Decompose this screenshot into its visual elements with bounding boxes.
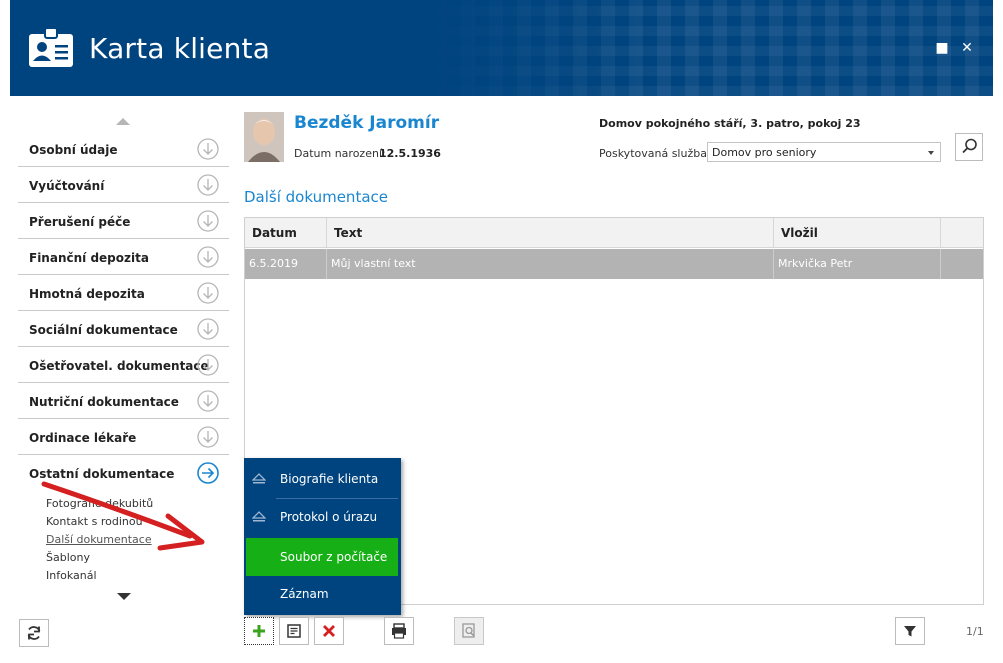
edit-document-icon — [287, 624, 301, 638]
arrow-down-circle-icon — [197, 318, 219, 340]
sidebar-item-label: Vyúčtování — [29, 179, 105, 193]
sidebar-item-hmotna-depozita[interactable]: Hmotná depozita — [18, 275, 229, 311]
sidebar-item-ordinace-lekare[interactable]: Ordinace lékaře — [18, 419, 229, 455]
arrow-down-circle-icon — [197, 174, 219, 196]
search-button[interactable] — [955, 133, 983, 161]
window-header: Karta klienta ■ ✕ — [10, 0, 993, 96]
refresh-icon — [27, 626, 41, 640]
sidebar-item-vyuctovani[interactable]: Vyúčtování — [18, 167, 229, 203]
sidebar-subitem-dalsi-dokumentace[interactable]: Další dokumentace — [46, 533, 152, 546]
column-header-datum[interactable]: Datum — [245, 218, 327, 248]
menu-item-label: Biografie klienta — [280, 472, 379, 486]
menu-item-label: Záznam — [280, 587, 329, 601]
arrow-down-circle-icon — [197, 282, 219, 304]
arrow-down-circle-icon — [197, 138, 219, 160]
delete-x-icon — [323, 625, 335, 637]
sidebar-item-label: Ostatní dokumentace — [29, 467, 175, 481]
arrow-down-circle-icon — [197, 390, 219, 412]
sidebar-item-ostatni-dokumentace[interactable]: Ostatní dokumentace — [18, 455, 229, 491]
sidebar-scroll-up-icon[interactable] — [116, 118, 130, 125]
sidebar-item-label: Přerušení péče — [29, 215, 131, 229]
eject-icon — [252, 473, 266, 484]
add-document-popup-menu: Biografie klienta Protokol o úrazu Soubo… — [244, 458, 401, 615]
sidebar-item-label: Osobní údaje — [29, 143, 118, 157]
column-header-vlozil[interactable]: Vložil — [774, 218, 941, 248]
arrow-down-circle-icon — [197, 246, 219, 268]
page-count: 1/1 — [966, 625, 984, 638]
sidebar-subitem-sablony[interactable]: Šablony — [46, 551, 90, 564]
plus-icon — [253, 625, 265, 637]
client-name: Bezděk Jaromír — [294, 113, 440, 133]
cell-datum: 6.5.2019 — [245, 249, 327, 279]
close-button[interactable]: ✕ — [959, 40, 975, 56]
eject-icon — [252, 511, 266, 522]
column-header-text[interactable]: Text — [327, 218, 774, 248]
client-photo — [244, 112, 284, 162]
menu-item-zaznam[interactable]: Záznam — [244, 575, 401, 613]
menu-item-soubor-z-pocitace[interactable]: Soubor z počítače — [246, 538, 398, 576]
sidebar-subitem-infokanal[interactable]: Infokanál — [46, 569, 97, 582]
sidebar-item-label: Nutriční dokumentace — [29, 395, 179, 409]
sidebar-item-label: Sociální dokumentace — [29, 323, 178, 337]
sidebar-item-preruseni-pece[interactable]: Přerušení péče — [18, 203, 229, 239]
id-card-icon — [29, 28, 73, 67]
window-title: Karta klienta — [89, 32, 271, 65]
menu-item-biografie-klienta[interactable]: Biografie klienta — [244, 460, 401, 498]
menu-item-label: Soubor z počítače — [280, 550, 388, 564]
service-label: Poskytovaná služba: — [599, 147, 711, 160]
filter-icon — [904, 626, 916, 637]
sidebar-item-label: Ordinace lékaře — [29, 431, 137, 445]
table-header: Datum Text Vložil — [245, 218, 983, 248]
dob-value: 12.5.1936 — [379, 147, 441, 160]
service-select[interactable]: Domov pro seniory — [707, 142, 941, 162]
sidebar-item-label: Finanční depozita — [29, 251, 149, 265]
header-pattern — [433, 0, 993, 96]
sidebar-subitem-fotografie-dekubitu[interactable]: Fotografie dekubitů — [46, 497, 153, 510]
sidebar-item-osobni-udaje[interactable]: Osobní údaje — [18, 131, 229, 167]
arrow-right-circle-icon — [197, 462, 219, 484]
client-location: Domov pokojného stáří, 3. patro, pokoj 2… — [599, 117, 861, 130]
printer-icon — [392, 623, 406, 639]
dob-label: Datum narození: — [294, 147, 386, 160]
cell-vlozil: Mrkvička Petr — [774, 249, 941, 279]
sidebar-item-label: Hmotná depozita — [29, 287, 145, 301]
section-title: Další dokumentace — [244, 188, 388, 206]
arrow-down-circle-icon — [197, 426, 219, 448]
sidebar-item-nutricni-dokumentace[interactable]: Nutriční dokumentace — [18, 383, 229, 419]
edit-button[interactable] — [279, 617, 309, 645]
refresh-button[interactable] — [19, 619, 49, 647]
filter-button[interactable] — [895, 617, 925, 645]
delete-button[interactable] — [314, 617, 344, 645]
sidebar-item-financni-depozita[interactable]: Finanční depozita — [18, 239, 229, 275]
client-card-window: Karta klienta ■ ✕ Osobní údaje Vyúčtován… — [0, 0, 1003, 663]
sidebar-item-label: Ošetřovatel. dokumentace — [29, 359, 209, 373]
add-button[interactable] — [244, 617, 274, 645]
arrow-down-circle-icon — [197, 210, 219, 232]
sidebar-subitem-kontakt-s-rodinou[interactable]: Kontakt s rodinou — [46, 515, 143, 528]
print-button[interactable] — [384, 617, 414, 645]
preview-button[interactable] — [454, 617, 484, 645]
maximize-button[interactable]: ■ — [934, 40, 950, 56]
sidebar-scroll-down-icon[interactable] — [117, 593, 131, 600]
arrow-down-circle-icon — [197, 354, 219, 376]
cell-text: Můj vlastní text — [327, 249, 774, 279]
client-portrait-icon — [244, 112, 284, 162]
table-row[interactable]: 6.5.2019 Můj vlastní text Mrkvička Petr — [245, 249, 983, 279]
preview-magnifier-icon — [462, 623, 475, 638]
sidebar-item-osetrovatel-dokumentace[interactable]: Ošetřovatel. dokumentace — [18, 347, 229, 383]
sidebar-item-socialni-dokumentace[interactable]: Sociální dokumentace — [18, 311, 229, 347]
menu-item-protokol-o-urazu[interactable]: Protokol o úrazu — [244, 498, 401, 536]
menu-item-label: Protokol o úrazu — [280, 510, 378, 524]
service-select-value: Domov pro seniory — [712, 146, 817, 159]
search-icon — [962, 138, 977, 154]
chevron-down-icon — [928, 151, 934, 155]
